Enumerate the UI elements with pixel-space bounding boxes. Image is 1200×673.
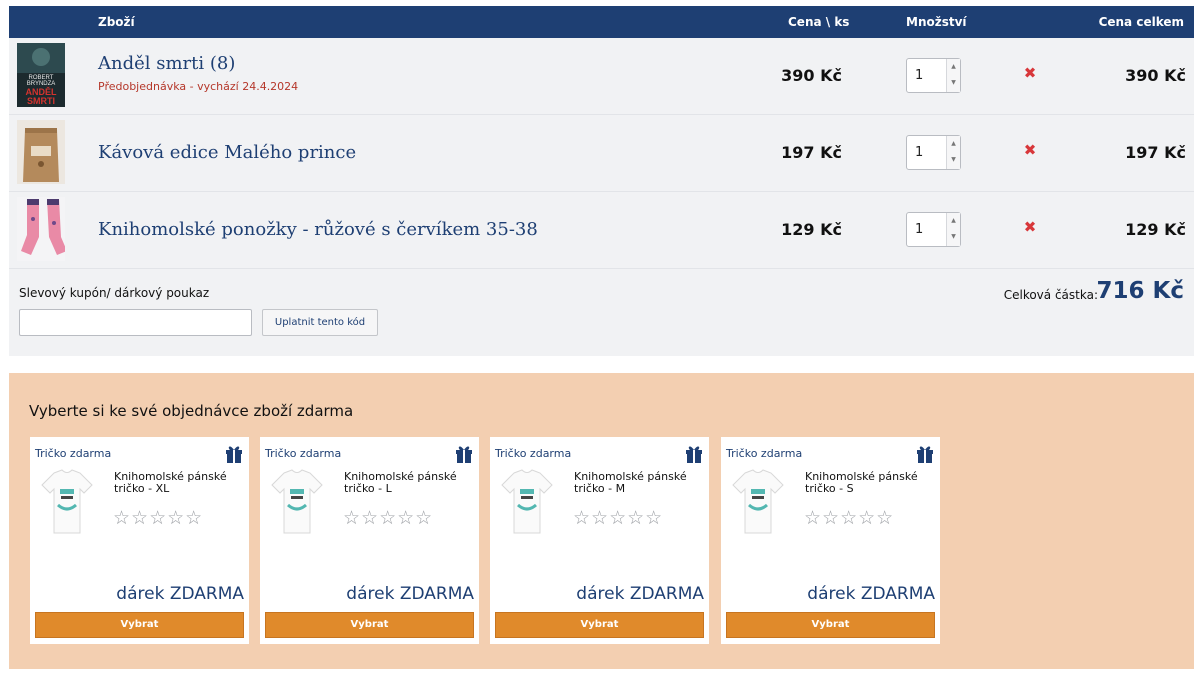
total-label: Celková částka: [1003, 288, 1098, 302]
unit-price: 129 Kč [781, 220, 842, 239]
chevron-down-icon[interactable]: ▼ [947, 152, 960, 168]
gift-card[interactable]: Tričko zdarma Knihomolské pánské tričko … [260, 437, 479, 644]
gift-tag: Tričko zdarma [265, 447, 342, 460]
line-total: 197 Kč [1125, 143, 1186, 162]
line-total: 390 Kč [1125, 66, 1186, 85]
gift-product-name[interactable]: Knihomolské pánské tričko - XL [114, 471, 234, 495]
quantity-stepper[interactable]: 1 ▲ ▼ [906, 212, 961, 247]
gift-card[interactable]: Tričko zdarma Knihomolské pánské tričko … [30, 437, 249, 644]
book-cover-image[interactable]: ROBERT BRYNDZA ANDĚL SMRTI [17, 43, 65, 107]
gift-product-name[interactable]: Knihomolské pánské tričko - S [805, 471, 925, 495]
choose-gift-button[interactable]: Vybrat [495, 612, 704, 638]
total-value: 716 Kč [1096, 278, 1184, 304]
quantity-stepper[interactable]: 1 ▲ ▼ [906, 58, 961, 93]
gift-product-name[interactable]: Knihomolské pánské tričko - L [344, 471, 464, 495]
gift-card[interactable]: Tričko zdarma Knihomolské pánské tričko … [721, 437, 940, 644]
gift-icon [917, 446, 933, 463]
header-quantity: Množství [906, 15, 967, 29]
cart-rows: ROBERT BRYNDZA ANDĚL SMRTI Anděl smrti (… [9, 38, 1194, 269]
rating-stars: ☆☆☆☆☆ [804, 507, 895, 529]
gift-product-name[interactable]: Knihomolské pánské tričko - M [574, 471, 694, 495]
tshirt-image[interactable] [38, 467, 96, 537]
gift-price: dárek ZDARMA [116, 584, 244, 604]
line-total: 129 Kč [1125, 220, 1186, 239]
tshirt-image[interactable] [268, 467, 326, 537]
quantity-value[interactable]: 1 [915, 68, 923, 83]
coupon-label: Slevový kupón/ dárkový poukaz [19, 286, 210, 300]
cart-table: Zboží Cena \ ks Množství Cena celkem ROB… [9, 6, 1194, 356]
remove-item-icon[interactable]: ✖ [1022, 65, 1038, 81]
quantity-value[interactable]: 1 [915, 222, 923, 237]
gift-price: dárek ZDARMA [346, 584, 474, 604]
quantity-spinner[interactable]: ▲ ▼ [946, 136, 960, 169]
unit-price: 197 Kč [781, 143, 842, 162]
chevron-down-icon[interactable]: ▼ [947, 229, 960, 245]
rating-stars: ☆☆☆☆☆ [343, 507, 434, 529]
gift-price: dárek ZDARMA [807, 584, 935, 604]
remove-item-icon[interactable]: ✖ [1022, 142, 1038, 158]
rating-stars: ☆☆☆☆☆ [573, 507, 664, 529]
coffee-bag-image[interactable] [17, 120, 65, 184]
chevron-up-icon[interactable]: ▲ [947, 59, 960, 75]
cover-title-second: SMRTI [27, 96, 55, 106]
product-link[interactable]: Kávová edice Malého prince [98, 142, 356, 163]
apply-coupon-button[interactable]: Uplatnit tento kód [262, 309, 378, 336]
quantity-spinner[interactable]: ▲ ▼ [946, 59, 960, 92]
tshirt-image[interactable] [498, 467, 556, 537]
coupon-input[interactable] [19, 309, 252, 336]
remove-item-icon[interactable]: ✖ [1022, 219, 1038, 235]
gift-icon [686, 446, 702, 463]
chevron-up-icon[interactable]: ▲ [947, 213, 960, 229]
cart-row: Knihomolské ponožky - růžové s červíkem … [9, 192, 1194, 269]
gift-icon [226, 446, 242, 463]
unit-price: 390 Kč [781, 66, 842, 85]
gift-tag: Tričko zdarma [35, 447, 112, 460]
cart-row: ROBERT BRYNDZA ANDĚL SMRTI Anděl smrti (… [9, 38, 1194, 115]
preorder-note: Předobjednávka - vychází 24.4.2024 [98, 80, 299, 93]
header-total: Cena celkem [1098, 15, 1184, 29]
header-unit-price: Cena \ ks [788, 15, 850, 29]
quantity-stepper[interactable]: 1 ▲ ▼ [906, 135, 961, 170]
gift-icon [456, 446, 472, 463]
gift-card[interactable]: Tričko zdarma Knihomolské pánské tričko … [490, 437, 709, 644]
chevron-up-icon[interactable]: ▲ [947, 136, 960, 152]
free-gifts-panel: Vyberte si ke své objednávce zboží zdarm… [9, 373, 1194, 669]
rating-stars: ☆☆☆☆☆ [113, 507, 204, 529]
quantity-value[interactable]: 1 [915, 145, 923, 160]
header-goods: Zboží [98, 15, 135, 29]
gifts-title: Vyberte si ke své objednávce zboží zdarm… [29, 402, 354, 420]
coupon-and-total: Slevový kupón/ dárkový poukaz Uplatnit t… [9, 269, 1194, 356]
socks-image[interactable] [17, 197, 65, 261]
quantity-spinner[interactable]: ▲ ▼ [946, 213, 960, 246]
chevron-down-icon[interactable]: ▼ [947, 75, 960, 91]
choose-gift-button[interactable]: Vybrat [265, 612, 474, 638]
cart-row: Kávová edice Malého prince 197 Kč 1 ▲ ▼ … [9, 115, 1194, 192]
gift-price: dárek ZDARMA [576, 584, 704, 604]
cart-header: Zboží Cena \ ks Množství Cena celkem [9, 6, 1194, 38]
gift-tag: Tričko zdarma [495, 447, 572, 460]
tshirt-image[interactable] [729, 467, 787, 537]
product-link[interactable]: Knihomolské ponožky - růžové s červíkem … [98, 219, 538, 240]
gift-tag: Tričko zdarma [726, 447, 803, 460]
choose-gift-button[interactable]: Vybrat [35, 612, 244, 638]
product-link[interactable]: Anděl smrti (8) [98, 53, 235, 74]
choose-gift-button[interactable]: Vybrat [726, 612, 935, 638]
